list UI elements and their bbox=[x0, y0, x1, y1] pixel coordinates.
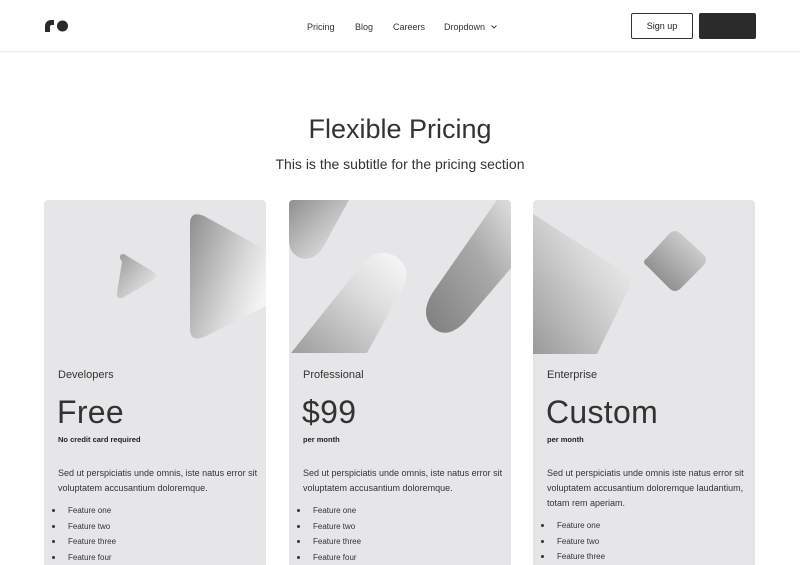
feature-item: Feature two bbox=[51, 519, 116, 535]
feature-label: Feature one bbox=[557, 521, 601, 530]
plan-name: Enterprise bbox=[547, 369, 598, 381]
feature-label: Feature two bbox=[313, 521, 356, 531]
nav-pricing[interactable]: Pricing bbox=[307, 21, 335, 33]
feature-list: Feature one Feature two Feature three bbox=[540, 518, 606, 565]
top-navbar: Pricing Blog Careers Dropdown Sign up bbox=[0, 0, 800, 52]
plan-price: Free bbox=[57, 394, 124, 430]
pricing-card-enterprise: Enterprise Custom per month Sed ut persp… bbox=[533, 200, 755, 565]
plan-name: Professional bbox=[303, 369, 364, 381]
feature-item: Feature one bbox=[296, 503, 361, 519]
plan-price: Custom bbox=[546, 394, 659, 430]
feature-item: Feature one bbox=[540, 518, 605, 534]
feature-item: Feature four bbox=[51, 550, 116, 565]
nav-careers[interactable]: Careers bbox=[393, 21, 425, 33]
abstract-shapes-illustration bbox=[117, 214, 266, 339]
feature-label: Feature four bbox=[68, 552, 112, 562]
feature-item: Feature three bbox=[540, 549, 606, 565]
plan-description: Sed ut perspiciatis unde omnis, iste nat… bbox=[303, 468, 503, 493]
abstract-shapes-illustration bbox=[533, 214, 706, 354]
chevron-down-icon bbox=[491, 25, 497, 29]
primary-action-button[interactable] bbox=[699, 13, 756, 39]
feature-label: Feature three bbox=[313, 537, 362, 546]
nav-dropdown-label: Dropdown bbox=[444, 22, 486, 32]
feature-label: Feature two bbox=[557, 536, 600, 546]
plan-price-note: No credit card required bbox=[58, 435, 141, 444]
page-subtitle: This is the subtitle for the pricing sec… bbox=[275, 156, 525, 172]
feature-list: Feature one Feature two Feature three Fe… bbox=[296, 503, 362, 565]
feature-label: Feature four bbox=[313, 552, 357, 562]
ro-logo-icon[interactable] bbox=[44, 19, 70, 33]
feature-label: Feature one bbox=[68, 506, 112, 515]
nav-blog[interactable]: Blog bbox=[355, 21, 373, 33]
feature-item: Feature two bbox=[296, 519, 361, 535]
plan-name: Developers bbox=[58, 369, 114, 381]
page-title: Flexible Pricing bbox=[308, 114, 492, 144]
feature-item: Feature two bbox=[540, 534, 605, 550]
abstract-shapes-illustration bbox=[289, 200, 511, 353]
pricing-card-professional: Professional $99 per month Sed ut perspi… bbox=[289, 200, 511, 565]
feature-item: Feature three bbox=[51, 534, 117, 550]
nav-dropdown[interactable]: Dropdown bbox=[444, 21, 498, 33]
feature-item: Feature three bbox=[296, 534, 362, 550]
plan-price: $99 bbox=[302, 394, 357, 430]
signup-button[interactable]: Sign up bbox=[631, 13, 693, 39]
plan-price-note: per month bbox=[547, 435, 584, 444]
plan-description: Sed ut perspiciatis unde omnis, iste nat… bbox=[58, 468, 258, 493]
feature-label: Feature one bbox=[313, 506, 357, 515]
feature-label: Feature two bbox=[68, 521, 111, 531]
plan-description: Sed ut perspiciatis unde omnis iste natu… bbox=[547, 468, 744, 508]
plan-price-note: per month bbox=[303, 435, 340, 444]
feature-label: Feature three bbox=[557, 552, 606, 561]
pricing-card-developers: Developers Free No credit card required … bbox=[44, 200, 266, 565]
feature-item: Feature one bbox=[51, 503, 116, 519]
feature-label: Feature three bbox=[68, 537, 117, 546]
feature-list: Feature one Feature two Feature three Fe… bbox=[51, 503, 117, 565]
feature-item: Feature four bbox=[296, 550, 361, 565]
